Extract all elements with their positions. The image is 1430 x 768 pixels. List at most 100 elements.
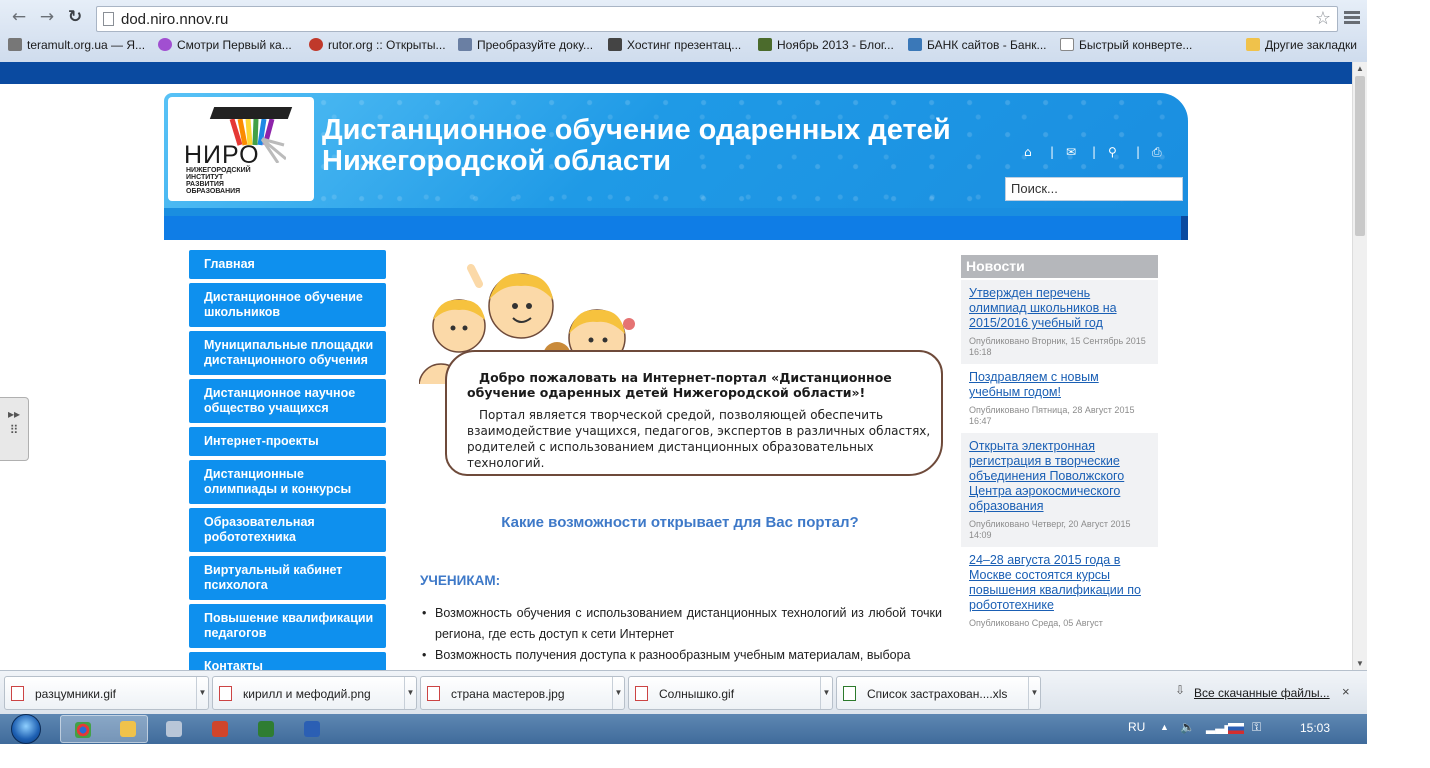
home-icon[interactable]: ⌂ [1024,145,1032,159]
bookmark-label: Ноябрь 2013 - Блог... [777,38,894,52]
menu-item-psychologist[interactable]: Виртуальный кабинет психолога [189,556,386,600]
menu-item-olympiads[interactable]: Дистанционные олимпиады и конкурсы [189,460,386,504]
news-date: Опубликовано Пятница, 28 Август 2015 16:… [969,405,1135,426]
news-link[interactable]: 24–28 августа 2015 года в Москве состоят… [969,553,1150,613]
chevron-down-icon[interactable]: ▼ [612,677,624,709]
download-item[interactable]: кирилл и мефодий.png ▼ [212,676,417,710]
site-title-line1: Дистанционное обучение одаренных детей [322,114,951,146]
windows-logo-icon [11,714,41,744]
taskbar-explorer[interactable] [106,715,150,743]
chevron-down-icon[interactable]: ▼ [820,677,832,709]
logo[interactable]: НИРО НИЖЕГОРОДСКИЙ ИНСТИТУТ РАЗВИТИЯ ОБР… [168,97,314,201]
download-name: Солнышко.gif [659,687,735,701]
welcome-title: Добро пожаловать на Интернет-портал «Дис… [467,370,892,400]
taskbar-calculator[interactable] [152,715,196,743]
divider: | [1092,145,1097,159]
news-panel: Новости Утвержден перечень олимпиад школ… [961,255,1158,635]
taskbar-excel[interactable] [244,715,288,743]
download-item[interactable]: Список застрахован....xls ▼ [836,676,1041,710]
other-bookmarks[interactable]: Другие закладки [1246,38,1357,52]
menu-item-internet-projects[interactable]: Интернет-проекты [189,427,386,456]
site-header: НИРО НИЖЕГОРОДСКИЙ ИНСТИТУТ РАЗВИТИЯ ОБР… [164,93,1188,208]
tray-expand-icon[interactable]: ▲ [1160,722,1169,732]
download-item[interactable]: страна мастеров.jpg ▼ [420,676,625,710]
news-date: Опубликовано Вторник, 15 Сентябрь 2015 1… [969,336,1146,357]
menu-item-contacts[interactable]: Контакты [189,652,386,670]
menu-item-municipal-sites[interactable]: Муниципальные площадки дистанционного об… [189,331,386,375]
chrome-icon [75,722,91,738]
search-input[interactable]: Поиск... [1005,177,1183,201]
other-bookmarks-label: Другие закладки [1265,38,1357,52]
site-icon [758,38,772,51]
power-icon[interactable]: ⚿ [1252,720,1261,735]
menu-item-distance-learning[interactable]: Дистанционное обучение школьников [189,283,386,327]
taskbar-word[interactable] [290,715,334,743]
forward-button[interactable]: → [36,6,58,28]
all-downloads-link[interactable]: Все скачанные файлы... [1194,686,1330,700]
menu-item-science-society[interactable]: Дистанционное научное общество учащихся [189,379,386,423]
list-item: Возможность обучения с использованием ди… [420,603,942,645]
bookmark-item[interactable]: Хостинг презентац... [608,38,741,52]
students-heading: УЧЕНИКАМ: [420,573,501,588]
scroll-up-icon[interactable]: ▲ [1356,64,1364,73]
language-indicator[interactable]: RU [1128,720,1145,734]
side-panel-handle[interactable]: ▸▸ ⠿ [0,397,29,461]
chevron-down-icon[interactable]: ▼ [1028,677,1040,709]
bookmark-item[interactable]: Ноябрь 2013 - Блог... [758,38,894,52]
address-bar[interactable]: dod.niro.nnov.ru ☆ [96,6,1338,32]
windows-taskbar: RU ▲ 🔈 ▂▃▅ ⚿ 15:03 [0,714,1367,744]
browser-toolbar: ← → ↻ dod.niro.nnov.ru ☆ [0,3,1367,33]
download-name: страна мастеров.jpg [451,687,565,701]
site-title[interactable]: Дистанционное обучение одаренных детей Н… [322,115,1042,177]
volume-icon[interactable]: 🔈 [1180,720,1195,734]
flag-icon[interactable] [1228,723,1244,734]
menu-item-home[interactable]: Главная [189,250,386,279]
bookmark-item[interactable]: Смотри Первый ка... [158,38,292,52]
clock[interactable]: 15:03 [1300,721,1330,735]
page-viewport: НИРО НИЖЕГОРОДСКИЙ ИНСТИТУТ РАЗВИТИЯ ОБР… [0,84,1352,670]
bookmark-item[interactable]: teramult.org.ua — Я... [8,38,145,52]
start-button[interactable] [8,714,46,744]
excel-icon [258,721,274,737]
grid-icon: ⠿ [9,423,19,437]
reload-button[interactable]: ↻ [64,6,86,28]
download-arrow-icon: ⇩ [1175,683,1186,697]
image-file-icon [635,686,648,701]
browser-menu-button[interactable] [1344,11,1360,25]
bookmark-item[interactable]: rutor.org :: Открыты... [309,38,446,52]
sitemap-icon[interactable]: ⚲ [1108,145,1117,159]
close-icon[interactable]: × [1342,684,1350,699]
site-icon [158,38,172,51]
scrollbar-thumb[interactable] [1355,76,1365,236]
mail-icon[interactable]: ✉ [1066,145,1076,159]
bookmark-star-icon[interactable]: ☆ [1315,8,1331,29]
news-link[interactable]: Открыта электронная регистрация в творче… [969,439,1150,514]
nav-strip [164,216,1188,240]
news-item: Поздравляем с новым учебным годом! Опубл… [961,364,1158,433]
header-icons: ⌂ | ✉ | ⚲ | ⎙ [1024,145,1172,163]
folder-icon [120,721,136,737]
page-scrollbar[interactable]: ▲ ▼ [1352,62,1367,670]
download-item[interactable]: Солнышко.gif ▼ [628,676,833,710]
bank-icon [908,38,922,51]
chevron-down-icon[interactable]: ▼ [404,677,416,709]
divider: | [1050,145,1055,159]
menu-item-teacher-training[interactable]: Повышение квалификации педагогов [189,604,386,648]
back-button[interactable]: ← [8,6,30,28]
folder-icon [1246,38,1260,51]
news-link[interactable]: Утвержден перечень олимпиад школьников н… [969,286,1150,331]
browser-chrome: ← → ↻ dod.niro.nnov.ru ☆ teramult.org.ua… [0,0,1367,62]
bookmark-label: Смотри Первый ка... [177,38,292,52]
download-item[interactable]: разцумники.gif ▼ [4,676,209,710]
scroll-down-icon[interactable]: ▼ [1356,659,1364,668]
menu-item-robotics[interactable]: Образовательная робототехника [189,508,386,552]
bookmark-item[interactable]: БАНК сайтов - Банк... [908,38,1046,52]
image-file-icon [11,686,24,701]
news-link[interactable]: Поздравляем с новым учебным годом! [969,370,1150,400]
print-icon[interactable]: ⎙ [1152,145,1162,160]
bookmark-label: БАНК сайтов - Банк... [927,38,1047,52]
taskbar-powerpoint[interactable] [198,715,242,743]
bookmark-item[interactable]: Быстрый конверте... [1060,38,1192,52]
bookmark-item[interactable]: Преобразуйте доку... [458,38,593,52]
chevron-down-icon[interactable]: ▼ [196,677,208,709]
